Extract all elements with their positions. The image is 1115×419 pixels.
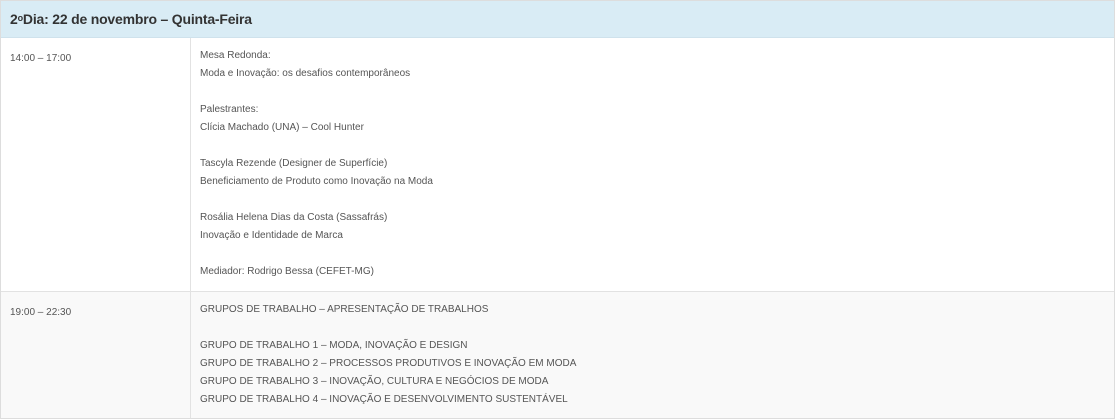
schedule-table: 2o Dia: 22 de novembro – Quinta-Feira 14… [0,0,1115,419]
working-group-line: GRUPO DE TRABALHO 3 – INOVAÇÃO, CULTURA … [200,376,549,387]
schedule-row: 19:00 – 22:30 GRUPOS DE TRABALHO – APRES… [1,291,1114,418]
working-group-line: GRUPO DE TRABALHO 4 – INOVAÇÃO E DESENVO… [200,394,568,405]
session-type: Mesa Redonda: [200,50,271,61]
day-ordinal: o [17,13,24,23]
speakers-label: Palestrantes: [200,104,259,115]
content-cell: Mesa Redonda: Moda e Inovação: os desafi… [191,38,1114,291]
day-header: 2o Dia: 22 de novembro – Quinta-Feira [1,1,1114,38]
schedule-row: 14:00 – 17:00 Mesa Redonda: Moda e Inova… [1,38,1114,291]
moderator-line: Mediador: Rodrigo Bessa (CEFET-MG) [200,266,374,277]
content-cell: GRUPOS DE TRABALHO – APRESENTAÇÃO DE TRA… [191,292,1114,418]
day-title: Dia: 22 de novembro – Quinta-Feira [22,11,252,27]
speaker-line: Tascyla Rezende (Designer de Superfície) [200,158,388,169]
talk-title: Beneficiamento de Produto como Inovação … [200,176,433,187]
time-cell: 14:00 – 17:00 [1,38,191,291]
working-group-line: GRUPO DE TRABALHO 2 – PROCESSOS PRODUTIV… [200,358,577,369]
speaker-line: Clícia Machado (UNA) – Cool Hunter [200,122,364,133]
session-title: GRUPOS DE TRABALHO – APRESENTAÇÃO DE TRA… [200,304,489,315]
talk-title: Inovação e Identidade de Marca [200,230,343,241]
working-group-line: GRUPO DE TRABALHO 1 – MODA, INOVAÇÃO E D… [200,340,468,351]
session-title: Moda e Inovação: os desafios contemporân… [200,68,411,79]
time-cell: 19:00 – 22:30 [1,292,191,418]
speaker-line: Rosália Helena Dias da Costa (Sassafrás) [200,212,388,223]
day-number: 2 [10,11,18,27]
